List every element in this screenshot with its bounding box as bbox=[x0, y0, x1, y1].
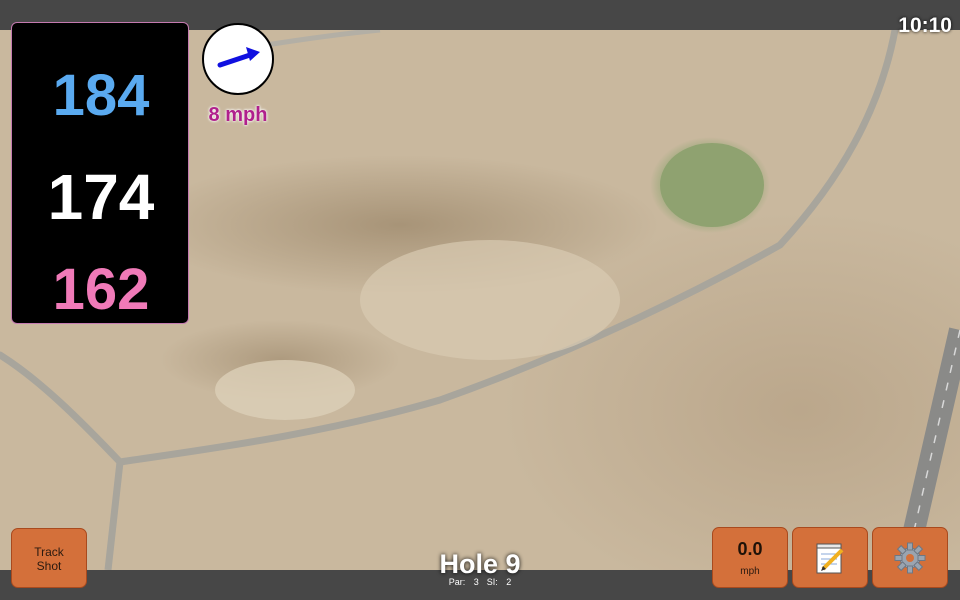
distance-panel: 184 174 162 bbox=[11, 22, 189, 324]
track-shot-label-line1: Track bbox=[34, 545, 64, 559]
track-shot-button[interactable]: Track Shot bbox=[11, 528, 87, 588]
notes-button[interactable] bbox=[792, 527, 868, 588]
track-shot-label-line2: Shot bbox=[36, 559, 62, 573]
cart-path-branch bbox=[104, 461, 124, 570]
wind-speed: 8 mph bbox=[208, 104, 268, 126]
hole-info: Par: 3 SI: 2 bbox=[380, 577, 580, 587]
gear-icon bbox=[894, 542, 926, 574]
distance-front: 162 bbox=[52, 257, 150, 322]
speed-unit: mph bbox=[740, 566, 760, 577]
fairway-patch bbox=[360, 240, 620, 360]
notepad-icon bbox=[816, 543, 844, 574]
wind-indicator bbox=[202, 23, 274, 95]
hole-title: Hole 9 bbox=[439, 549, 521, 579]
speed-button[interactable]: 0.0 mph bbox=[712, 527, 788, 588]
clock: 10:10 bbox=[898, 14, 952, 37]
hole-si: SI: 2 bbox=[486, 577, 512, 587]
distance-middle: 174 bbox=[47, 161, 155, 233]
bunker bbox=[215, 360, 355, 420]
hole-par: Par: 3 bbox=[448, 577, 479, 587]
distance-back: 184 bbox=[52, 63, 150, 128]
settings-button[interactable] bbox=[872, 527, 948, 588]
speed-value: 0.0 bbox=[737, 539, 763, 559]
wind-arrow-icon bbox=[217, 47, 260, 68]
green bbox=[660, 143, 764, 227]
